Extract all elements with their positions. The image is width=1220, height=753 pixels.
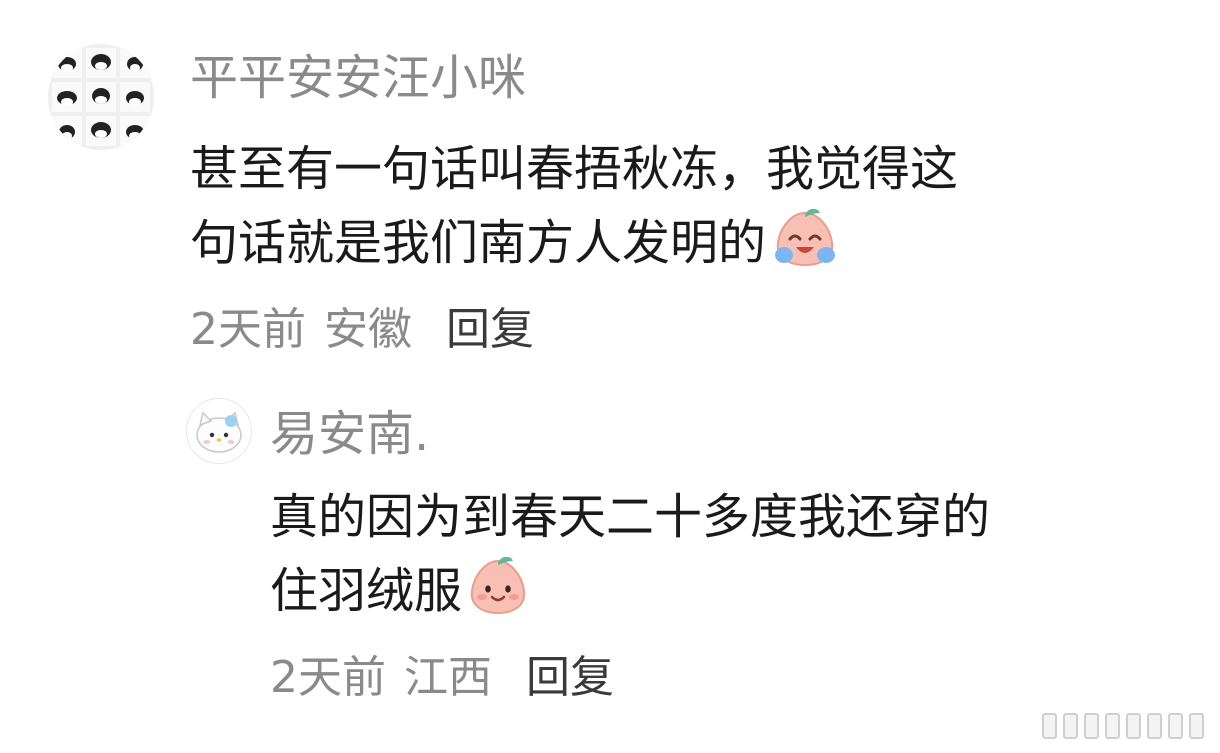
reply-username[interactable]: 易安南. xyxy=(270,406,429,462)
comment-time: 2天前 xyxy=(190,304,306,355)
laugh-cry-peach-emoji-icon xyxy=(770,208,840,290)
reply-user-avatar[interactable] xyxy=(186,398,252,464)
comment-location: 安徽 xyxy=(324,304,412,355)
comment-text-line-2-content: 句话就是我们南方人发明的 xyxy=(190,215,767,271)
comment-text-line-1: 甚至有一句话叫春捂秋冻，我觉得这 xyxy=(190,141,959,197)
hello-kitty-avatar-icon xyxy=(187,399,251,463)
reply-reply-button[interactable]: 回复 xyxy=(526,652,614,703)
reply-text-line-2: 住羽绒服 xyxy=(270,554,530,638)
reply-text-line-2-content: 住羽绒服 xyxy=(270,563,463,619)
comment-text-line-2: 句话就是我们南方人发明的 xyxy=(190,206,840,290)
cat-collage-avatar-icon xyxy=(48,44,154,150)
reply-time: 2天前 xyxy=(270,652,386,703)
comment-username[interactable]: 平平安安汪小咪 xyxy=(190,50,526,106)
reply-button[interactable]: 回复 xyxy=(446,304,534,355)
reply-meta: 2天前 江西 回复 xyxy=(270,652,614,704)
comment-meta: 2天前 安徽 回复 xyxy=(190,304,534,356)
user-avatar[interactable] xyxy=(48,44,154,150)
watermark-icon xyxy=(1042,713,1204,739)
smile-peach-emoji-icon xyxy=(466,556,530,638)
reply-location: 江西 xyxy=(404,652,492,703)
reply-text-line-1: 真的因为到春天二十多度我还穿的 xyxy=(270,489,991,545)
